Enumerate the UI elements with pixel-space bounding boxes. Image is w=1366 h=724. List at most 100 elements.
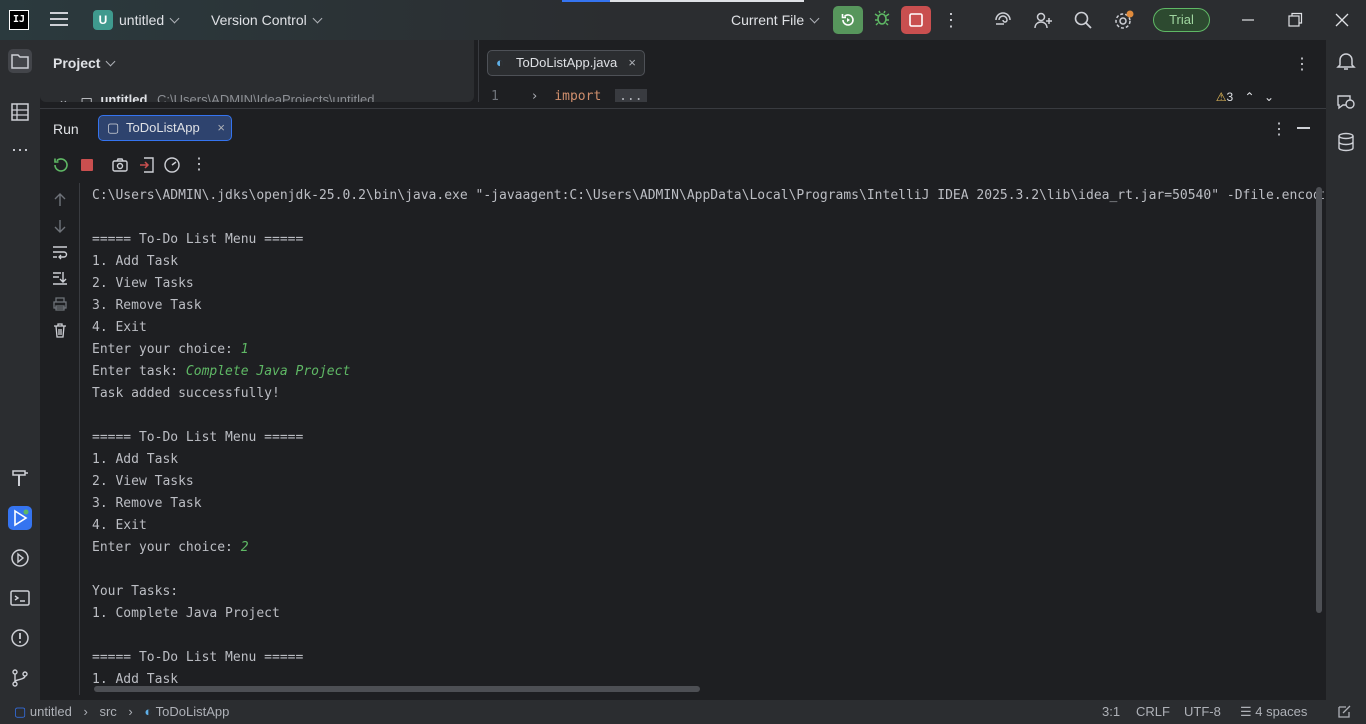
close-icon[interactable]: × xyxy=(628,51,636,75)
arrow-up-icon[interactable] xyxy=(51,191,69,209)
stop-button[interactable] xyxy=(901,6,931,34)
console-line-text: Enter your choice: xyxy=(92,540,241,555)
warning-icon: ⚠ xyxy=(1215,90,1227,102)
java-class-icon: ◐ xyxy=(144,704,153,719)
project-tool-folder-icon[interactable] xyxy=(8,49,32,73)
console-line-text: 1. Complete Java Project xyxy=(92,606,280,621)
project-tree-root[interactable]: ⌄ ▭ untitled C:\Users\ADMIN\IdeaProjects… xyxy=(58,92,374,102)
project-panel-title[interactable]: Project xyxy=(53,55,116,71)
search-icon[interactable] xyxy=(1073,10,1093,30)
run-tab[interactable]: ▢ ToDoListApp × xyxy=(98,115,232,141)
console-user-input: 2 xyxy=(240,540,249,555)
structure-icon[interactable] xyxy=(8,100,32,124)
more-actions-icon[interactable]: ⋮ xyxy=(942,11,960,29)
right-tool-window-bar xyxy=(1326,40,1366,700)
breadcrumb-separator-icon: › xyxy=(83,704,88,719)
close-icon[interactable]: × xyxy=(217,116,225,140)
arrow-down-icon[interactable] xyxy=(51,217,69,235)
bug-icon xyxy=(874,10,890,26)
folder-icon: ▭ xyxy=(80,92,93,102)
console-line: 1. Complete Java Project xyxy=(92,603,1324,625)
console-line: Task added successfully! xyxy=(92,383,1324,405)
scroll-to-end-icon[interactable] xyxy=(51,269,69,287)
console-line: 1. Add Task xyxy=(92,669,1324,685)
profiler-gauge-icon[interactable] xyxy=(163,156,181,174)
run-tab-label: ToDoListApp xyxy=(126,120,200,135)
intellij-logo-icon[interactable]: IJ xyxy=(9,10,29,30)
rerun-button[interactable] xyxy=(833,6,863,34)
services-icon[interactable] xyxy=(8,546,32,570)
console-output[interactable]: C:\Users\ADMIN\.jdks\openjdk-25.0.2\bin\… xyxy=(92,185,1324,685)
console-line-text: ===== To-Do List Menu ===== xyxy=(92,650,304,665)
notifications-bell-icon[interactable] xyxy=(1334,49,1358,73)
build-hammer-icon[interactable] xyxy=(8,466,32,490)
print-icon[interactable] xyxy=(51,295,69,313)
run-panel-more-icon[interactable]: ⋮ xyxy=(1271,119,1287,139)
run-config-selector[interactable]: Current File xyxy=(731,12,820,28)
terminal-icon[interactable] xyxy=(8,586,32,610)
console-line: 1. Add Task xyxy=(92,251,1324,273)
main-menu-icon[interactable] xyxy=(50,12,68,28)
camera-icon[interactable] xyxy=(111,156,129,174)
indent-icon: ☰ xyxy=(1240,704,1252,719)
ai-assistant-icon[interactable] xyxy=(993,10,1013,30)
warning-count: 3 xyxy=(1226,90,1234,102)
indent-setting[interactable]: ☰ 4 spaces xyxy=(1240,704,1307,720)
database-icon[interactable] xyxy=(1334,130,1358,154)
trial-badge[interactable]: Trial xyxy=(1153,8,1210,32)
debug-button[interactable] xyxy=(871,9,893,31)
restore-window-icon[interactable] xyxy=(1285,10,1305,30)
console-line-text: Enter your choice: xyxy=(92,342,241,357)
console-line-text: 3. Remove Task xyxy=(92,298,202,313)
run-config-label: Current File xyxy=(731,12,805,28)
project-root-name: untitled xyxy=(100,92,148,102)
run-panel-title: Run xyxy=(53,121,79,137)
expand-chevron-icon[interactable]: ⌄ xyxy=(58,92,69,102)
editor-more-icon[interactable]: ⋮ xyxy=(1294,54,1310,74)
more-tool-windows-icon[interactable]: ⋯ xyxy=(8,140,32,164)
chevron-up-icon[interactable]: ⌃ xyxy=(1245,90,1255,102)
minimize-window-icon[interactable] xyxy=(1238,10,1258,30)
caret-position[interactable]: 3:1 xyxy=(1102,704,1120,719)
file-encoding[interactable]: UTF-8 xyxy=(1184,704,1221,719)
settings-gear-icon[interactable] xyxy=(1113,10,1134,30)
stop-icon[interactable] xyxy=(78,156,96,174)
breadcrumb-src[interactable]: src xyxy=(99,704,116,719)
git-branch-icon[interactable] xyxy=(8,666,32,690)
run-tool-icon[interactable] xyxy=(8,506,32,530)
problems-icon[interactable] xyxy=(8,626,32,650)
breadcrumb-project[interactable]: untitled xyxy=(30,704,72,719)
version-control-menu[interactable]: Version Control xyxy=(211,12,323,28)
project-name: untitled xyxy=(119,12,165,28)
folded-imports[interactable]: ... xyxy=(615,89,647,102)
console-line-text: 3. Remove Task xyxy=(92,496,202,511)
line-separator[interactable]: CRLF xyxy=(1136,704,1170,719)
breadcrumb-class[interactable]: ToDoListApp xyxy=(156,704,230,719)
soft-wrap-icon[interactable] xyxy=(51,243,69,261)
console-line: Enter task: Complete Java Project xyxy=(92,361,1324,383)
editor-tab[interactable]: ◐ ToDoListApp.java × xyxy=(487,50,645,76)
horizontal-scrollbar[interactable] xyxy=(94,686,700,692)
rerun-icon[interactable] xyxy=(52,156,70,174)
chevron-down-icon[interactable]: ⌄ xyxy=(1264,90,1274,102)
vertical-scrollbar[interactable] xyxy=(1316,187,1322,613)
version-control-label: Version Control xyxy=(211,12,307,28)
hide-panel-icon[interactable] xyxy=(1297,127,1310,129)
project-switcher[interactable]: untitled xyxy=(119,12,180,28)
clear-trash-icon[interactable] xyxy=(51,321,69,339)
ai-chat-icon[interactable] xyxy=(1334,90,1358,114)
inspection-widget[interactable]: ⚠3 ⌃ ⌄ xyxy=(1216,90,1274,102)
add-user-icon[interactable] xyxy=(1033,10,1053,30)
project-badge[interactable]: U xyxy=(93,10,113,30)
read-only-toggle-icon[interactable] xyxy=(1336,704,1352,723)
fold-chevron-icon[interactable]: › xyxy=(531,89,539,102)
code-line[interactable]: 1 › import ... xyxy=(491,89,647,102)
close-window-icon[interactable] xyxy=(1332,10,1352,30)
console-line-text: 4. Exit xyxy=(92,320,147,335)
console-line-text: 4. Exit xyxy=(92,518,147,533)
run-toolbar-more-icon[interactable]: ⋮ xyxy=(190,156,208,174)
console-line: 2. View Tasks xyxy=(92,471,1324,493)
exit-icon[interactable] xyxy=(138,156,156,174)
